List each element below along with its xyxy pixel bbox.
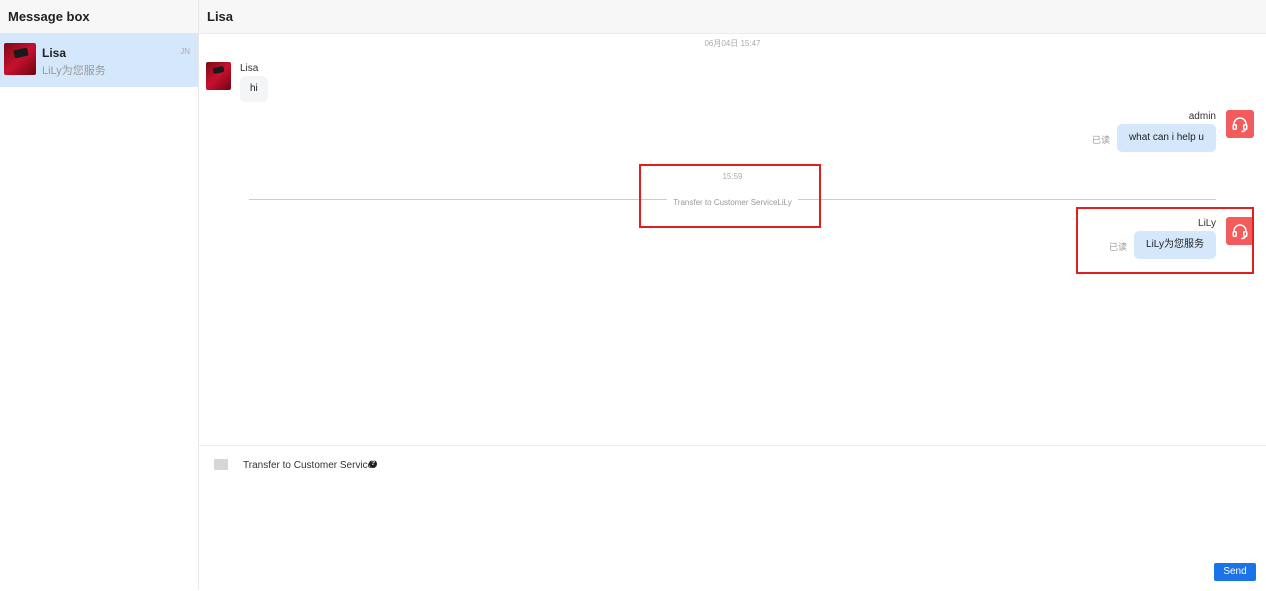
- sender-name: admin: [1188, 111, 1216, 122]
- chat-title: Lisa: [199, 0, 1266, 34]
- message-bubble: hi: [240, 76, 268, 102]
- agent-avatar: [1226, 110, 1254, 138]
- highlight-box: [639, 164, 821, 228]
- read-status: 已读: [1092, 135, 1111, 145]
- conversation-preview: LiLy为您服务: [42, 65, 106, 77]
- highlight-box: [1076, 207, 1254, 274]
- input-area[interactable]: Transfer to Customer Service ? Send: [199, 445, 1266, 591]
- transfer-to-service-link[interactable]: Transfer to Customer Service: [243, 460, 373, 471]
- message-bubble: what can i help u: [1116, 124, 1216, 152]
- headset-icon: [1232, 117, 1248, 133]
- sender-name: Lisa: [240, 63, 259, 74]
- chat-panel: Lisa 06月04日 15:47 Lisa hi admin 已读 what …: [199, 0, 1266, 591]
- conversation-item-lisa[interactable]: Lisa LiLy为您服务 JN: [0, 33, 198, 87]
- avatar: [206, 62, 231, 90]
- help-icon[interactable]: ?: [369, 460, 377, 468]
- image-icon[interactable]: [214, 459, 228, 470]
- conversation-name: Lisa: [42, 46, 67, 60]
- avatar: [4, 43, 36, 75]
- send-button[interactable]: Send: [1214, 563, 1256, 581]
- sidebar-title: Message box: [0, 0, 198, 34]
- timestamp: 06月04日 15:47: [704, 39, 761, 48]
- sidebar: Message box Lisa LiLy为您服务 JN: [0, 0, 199, 590]
- conversation-badge: JN: [180, 47, 190, 56]
